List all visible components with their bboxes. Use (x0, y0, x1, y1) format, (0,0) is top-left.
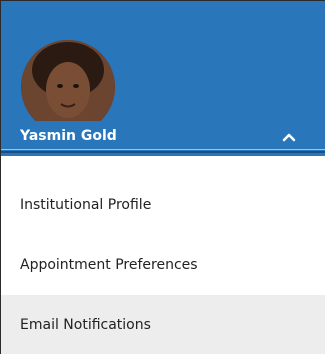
menu-item-institutional-profile[interactable]: Institutional Profile (1, 175, 325, 235)
menu-item-label: Institutional Profile (20, 197, 152, 213)
menu-item-appointment-preferences[interactable]: Appointment Preferences (1, 235, 325, 295)
profile-name-bar[interactable]: Yasmin Gold (1, 121, 325, 153)
user-name: Yasmin Gold (20, 128, 117, 144)
avatar (21, 40, 115, 134)
user-profile-panel: Yasmin Gold Institutional Profile Appoin… (0, 0, 325, 354)
divider (1, 149, 325, 150)
chevron-up-icon[interactable] (281, 129, 297, 143)
profile-header: Yasmin Gold (1, 1, 325, 156)
menu-item-label: Appointment Preferences (20, 257, 198, 273)
menu-item-label: Email Notifications (20, 317, 151, 333)
menu-item-email-notifications[interactable]: Email Notifications (1, 295, 325, 354)
profile-menu: Institutional Profile Appointment Prefer… (1, 175, 325, 354)
